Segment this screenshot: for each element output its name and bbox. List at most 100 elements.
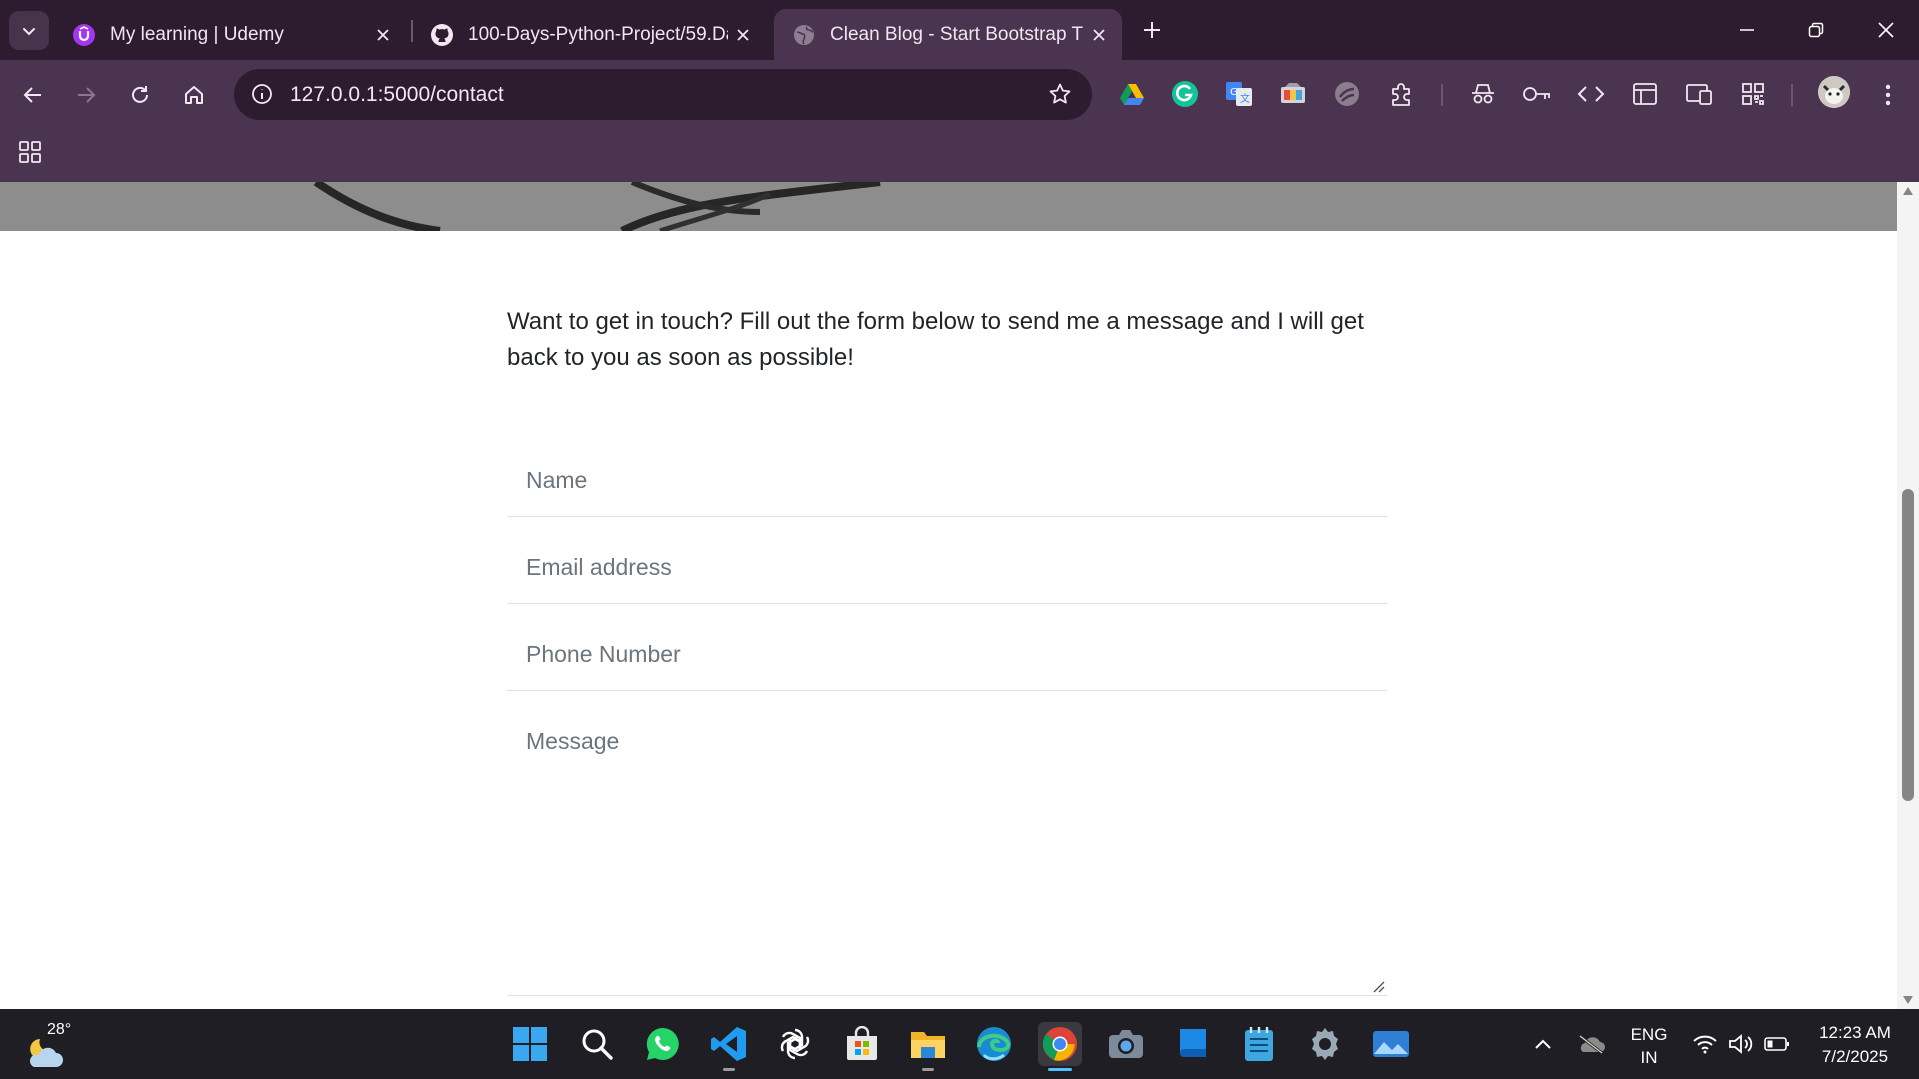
tab-github[interactable]: 100-Days-Python-Project/59.Da [412,9,766,60]
restore-button[interactable] [1786,8,1846,52]
running-indicator [723,1068,735,1071]
language-region: IN [1640,1048,1658,1067]
weather-temperature: 28° [47,1021,72,1038]
notepad-icon[interactable] [1237,1022,1281,1066]
wifi-icon[interactable] [1690,1029,1720,1059]
contact-intro-text: Want to get in touch? Fill out the form … [507,308,1364,371]
close-icon [1878,22,1894,38]
browser-tab-strip: My learning | Udemy 100-Days-Python-Proj… [0,0,1919,60]
phone-field[interactable]: Phone Number [507,619,1387,691]
tab-search-button[interactable] [9,11,49,50]
svg-text:G: G [1230,87,1238,98]
chrome-icon[interactable] [1038,1022,1082,1071]
search-icon[interactable] [575,1022,619,1066]
battery-icon[interactable] [1762,1029,1792,1059]
restore-icon [1808,22,1824,38]
message-textarea[interactable]: Message [507,706,1387,996]
close-tab-icon[interactable] [368,20,398,50]
reading-mode-icon[interactable] [1682,77,1716,111]
settings-icon[interactable] [1303,1022,1347,1066]
scroll-thumb[interactable] [1902,489,1914,801]
qr-code-icon[interactable] [1736,77,1770,111]
minimize-button[interactable] [1717,8,1777,52]
chatgpt-icon[interactable] [773,1022,817,1066]
header-image [0,182,1897,231]
tab-title: My learning | Udemy [110,23,284,45]
extensions-puzzle-icon[interactable] [1385,77,1419,111]
photos-icon[interactable] [1369,1022,1413,1066]
password-key-icon[interactable] [1520,77,1554,111]
site-info-icon[interactable] [248,80,276,108]
back-arrow-icon [23,87,41,103]
sidebar-layout-icon[interactable] [1628,77,1662,111]
vscode-icon[interactable] [707,1022,751,1071]
microsoft-store-icon[interactable] [840,1022,884,1066]
toolbar-divider [1441,84,1443,106]
whatsapp-icon[interactable] [641,1022,685,1066]
edge-icon[interactable] [972,1022,1016,1066]
weather-widget[interactable]: 28° [26,1021,82,1071]
home-button[interactable] [174,75,214,115]
profile-avatar[interactable] [1818,76,1850,108]
book-app-icon[interactable] [1171,1022,1215,1066]
back-button[interactable] [13,75,53,115]
scroll-up-arrow-icon[interactable] [1902,186,1914,196]
toolbar-divider [1791,84,1793,106]
message-placeholder: Message [526,728,620,754]
address-bar[interactable]: 127.0.0.1:5000/contact [234,69,1092,120]
clock-date: 7/2/2025 [1821,1047,1889,1066]
clock-time: 12:23 AM [1819,1023,1891,1042]
reload-button[interactable] [120,75,160,115]
home-icon [185,86,203,104]
file-explorer-icon[interactable] [906,1022,950,1071]
language-indicator[interactable]: ENG IN [1626,1023,1672,1069]
chevron-down-icon [23,27,35,35]
grammarly-icon[interactable] [1168,77,1202,111]
windows-start-icon[interactable] [508,1022,552,1066]
color-picker-icon[interactable] [1276,77,1310,111]
name-field[interactable]: Name [507,445,1387,517]
svg-text:文: 文 [1240,92,1250,105]
apps-grid-icon[interactable] [16,138,44,166]
tab-clean-blog[interactable]: Clean Blog - Start Bootstrap The [774,9,1122,60]
windows-taskbar: 28° ENG IN 12:23 AM 7/2/2025 [0,1009,1919,1079]
email-placeholder: Email address [526,554,672,580]
close-tab-icon[interactable] [1084,20,1114,50]
close-window-button[interactable] [1856,8,1916,52]
partly-cloudy-night-icon [30,1039,63,1067]
bookmarks-bar [0,130,1919,182]
show-hidden-icons-chevron-icon[interactable] [1528,1029,1558,1059]
udemy-icon [72,23,96,47]
camera-icon[interactable] [1104,1022,1148,1066]
forward-button[interactable] [66,75,106,115]
reload-icon [132,86,148,103]
url-text[interactable]: 127.0.0.1:5000/contact [290,83,504,107]
forward-arrow-icon [78,87,96,103]
incognito-icon[interactable] [1466,77,1500,111]
shield-extension-icon[interactable] [1330,77,1364,111]
page-scrollbar[interactable] [1897,182,1919,1009]
google-translate-icon[interactable]: G文 [1222,77,1256,111]
volume-icon[interactable] [1726,1029,1756,1059]
bookmark-star-icon[interactable] [1046,80,1074,108]
resize-grip-icon[interactable] [1371,979,1385,993]
devtools-code-icon[interactable] [1574,77,1608,111]
email-field[interactable]: Email address [507,532,1387,604]
name-placeholder: Name [526,467,588,493]
browser-menu-button[interactable] [1868,75,1908,115]
tab-udemy[interactable]: My learning | Udemy [54,9,406,60]
github-icon [430,23,454,47]
language-code: ENG [1630,1025,1668,1044]
kebab-menu-icon [1885,84,1891,106]
page-viewport: Want to get in touch? Fill out the form … [0,182,1897,1009]
close-tab-icon[interactable] [728,20,758,50]
phone-placeholder: Phone Number [526,641,681,667]
onedrive-offline-icon[interactable] [1576,1029,1606,1059]
scroll-down-arrow-icon[interactable] [1902,995,1914,1005]
system-clock[interactable]: 12:23 AM 7/2/2025 [1805,1021,1905,1069]
new-tab-button[interactable] [1136,14,1168,46]
globe-icon [792,23,816,47]
google-drive-icon[interactable] [1115,77,1149,111]
header-background-image [313,182,881,231]
browser-toolbar: 127.0.0.1:5000/contact G文 [0,60,1919,130]
